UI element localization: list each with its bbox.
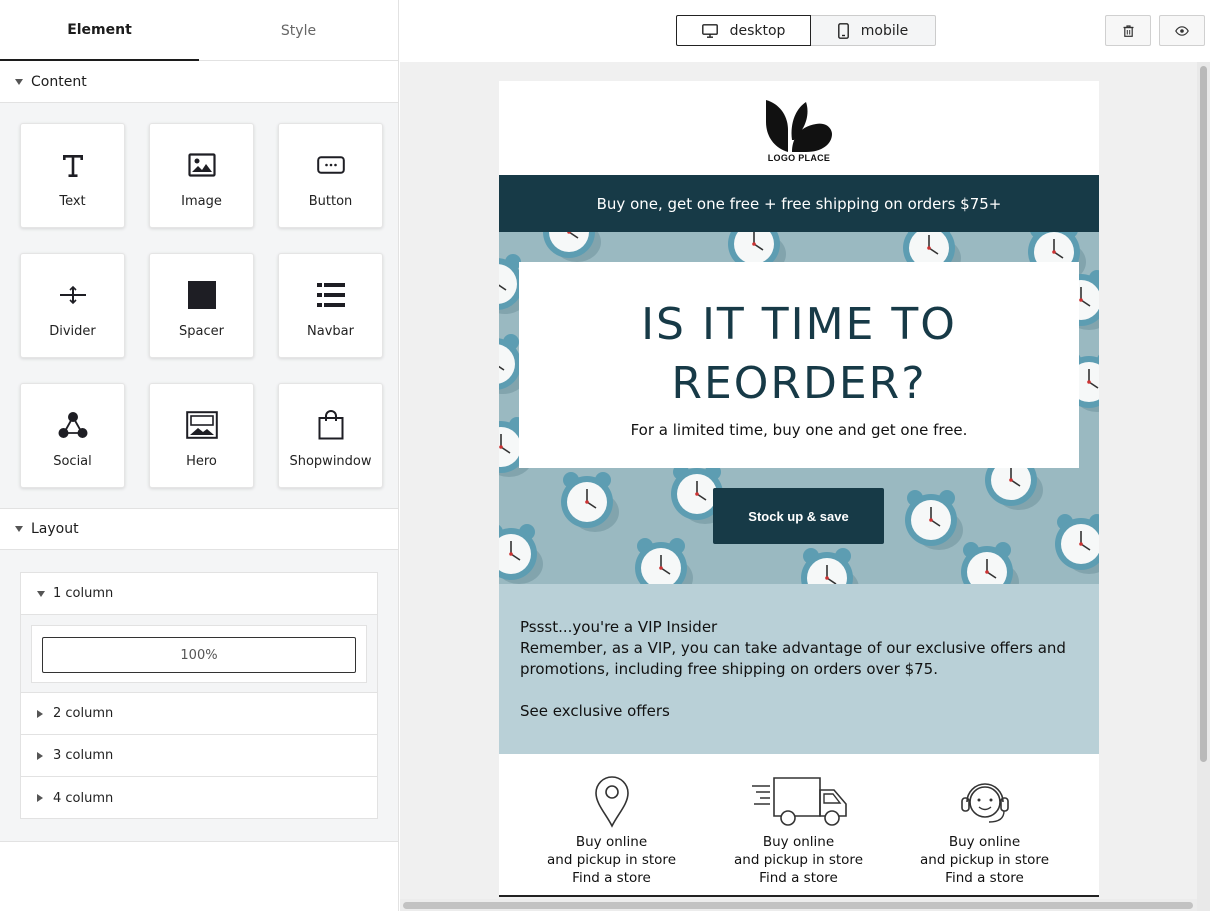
block-button[interactable]: Button bbox=[278, 123, 383, 228]
block-shopwindow[interactable]: Shopwindow bbox=[278, 383, 383, 488]
spacer-icon bbox=[187, 280, 216, 310]
eye-icon bbox=[1175, 25, 1189, 36]
mobile-view-button[interactable]: mobile bbox=[811, 15, 936, 46]
layout-3-column-label: 3 column bbox=[53, 748, 114, 763]
left-panel: Element Style Content Text Image Button bbox=[0, 0, 399, 911]
content-blocks: Text Image Button Divider Spacer Navbar … bbox=[0, 103, 398, 509]
block-divider-label: Divider bbox=[49, 324, 96, 339]
image-icon bbox=[187, 150, 216, 180]
find-store-link[interactable]: Find a store bbox=[920, 869, 1049, 887]
layout-1-column[interactable]: 1 column bbox=[21, 573, 377, 615]
caret-down-icon bbox=[15, 526, 23, 532]
block-navbar[interactable]: Navbar bbox=[278, 253, 383, 358]
feature-item: Buy online and pickup in store Find a st… bbox=[891, 774, 1078, 887]
layout-options: 1 column 100% 2 column 3 column 4 column bbox=[0, 550, 398, 842]
vip-title: Pssst...you're a VIP Insider bbox=[520, 618, 718, 636]
one-column-preview-frame: 100% bbox=[31, 625, 367, 683]
feature-text: Buy online and pickup in store Find a st… bbox=[920, 834, 1049, 887]
shopping-bag-icon bbox=[318, 410, 344, 440]
block-spacer-label: Spacer bbox=[179, 324, 224, 339]
caret-down-icon bbox=[37, 590, 45, 597]
hero-subtitle: For a limited time, buy one and get one … bbox=[630, 421, 968, 439]
block-text[interactable]: Text bbox=[20, 123, 125, 228]
feature-item: Buy online and pickup in store Find a st… bbox=[518, 774, 705, 887]
hero-icon bbox=[185, 410, 218, 440]
block-social-label: Social bbox=[53, 454, 92, 469]
stock-up-button[interactable]: Stock up & save bbox=[713, 488, 884, 544]
layout-4-column-label: 4 column bbox=[53, 790, 114, 806]
layout-2-column[interactable]: 2 column bbox=[21, 693, 377, 735]
block-hero-label: Hero bbox=[186, 454, 217, 469]
feature-text: Buy online and pickup in store Find a st… bbox=[734, 834, 863, 887]
features-section[interactable]: Buy online and pickup in store Find a st… bbox=[499, 754, 1099, 897]
vip-section[interactable]: Pssst...you're a VIP Insider Remember, a… bbox=[499, 584, 1099, 754]
column-list: 1 column 100% 2 column 3 column 4 column bbox=[20, 572, 378, 819]
tab-element[interactable]: Element bbox=[0, 0, 199, 61]
find-store-link[interactable]: Find a store bbox=[734, 869, 863, 887]
hero-text-card: IS IT TIME TO REORDER? For a limited tim… bbox=[519, 262, 1079, 468]
content-section-title: Content bbox=[31, 74, 87, 90]
desktop-icon bbox=[701, 23, 718, 38]
block-social[interactable]: Social bbox=[20, 383, 125, 488]
layout-section-header[interactable]: Layout bbox=[0, 509, 398, 550]
vertical-scroll-thumb[interactable] bbox=[1200, 66, 1207, 762]
delete-button[interactable] bbox=[1105, 15, 1151, 46]
block-button-label: Button bbox=[308, 194, 353, 209]
logo-text: LOGO PLACE bbox=[767, 153, 831, 163]
vertical-scrollbar[interactable] bbox=[1197, 62, 1210, 911]
leaf-logo-icon bbox=[766, 100, 832, 152]
feature-text: Buy online and pickup in store Find a st… bbox=[547, 834, 676, 887]
desktop-label: desktop bbox=[729, 22, 786, 39]
preview-button[interactable] bbox=[1159, 15, 1205, 46]
horizontal-scroll-thumb[interactable] bbox=[403, 902, 1193, 909]
promo-banner[interactable]: Buy one, get one free + free shipping on… bbox=[499, 175, 1099, 232]
caret-right-icon bbox=[37, 709, 43, 718]
navbar-icon bbox=[316, 280, 345, 310]
block-divider[interactable]: Divider bbox=[20, 253, 125, 358]
layout-3-column[interactable]: 3 column bbox=[21, 735, 377, 777]
content-section-header[interactable]: Content bbox=[0, 62, 398, 103]
device-toggle: desktop mobile bbox=[676, 15, 936, 46]
location-pin-icon bbox=[594, 774, 629, 828]
block-text-label: Text bbox=[59, 194, 86, 209]
layout-4-column[interactable]: 4 column bbox=[21, 777, 377, 819]
desktop-view-button[interactable]: desktop bbox=[676, 15, 811, 46]
layout-section-title: Layout bbox=[31, 521, 79, 537]
caret-right-icon bbox=[37, 794, 43, 802]
hero-section[interactable]: IS IT TIME TO REORDER? For a limited tim… bbox=[499, 232, 1099, 584]
editor-canvas: LOGO PLACE Buy one, get one free + free … bbox=[400, 62, 1210, 911]
layout-2-column-label: 2 column bbox=[53, 706, 114, 721]
block-navbar-label: Navbar bbox=[307, 324, 354, 339]
layout-1-column-label: 1 column bbox=[53, 586, 114, 601]
full-width-column[interactable]: 100% bbox=[42, 637, 356, 673]
block-shopwindow-label: Shopwindow bbox=[289, 454, 372, 469]
delivery-truck-icon bbox=[750, 774, 848, 828]
divider-icon bbox=[59, 280, 87, 310]
find-store-link[interactable]: Find a store bbox=[547, 869, 676, 887]
one-column-preview: 100% bbox=[21, 615, 377, 693]
trash-icon bbox=[1123, 24, 1133, 37]
block-hero[interactable]: Hero bbox=[149, 383, 254, 488]
hero-title: IS IT TIME TO REORDER? bbox=[641, 299, 957, 409]
customer-support-icon bbox=[959, 774, 1011, 828]
caret-right-icon bbox=[37, 751, 43, 760]
email-logo-section[interactable]: LOGO PLACE bbox=[499, 81, 1099, 175]
exclusive-offers-link[interactable]: See exclusive offers bbox=[520, 701, 1078, 722]
panel-tabs: Element Style bbox=[0, 0, 399, 61]
feature-item: Buy online and pickup in store Find a st… bbox=[705, 774, 892, 887]
button-icon bbox=[316, 150, 345, 180]
vip-body: Remember, as a VIP, you can take advanta… bbox=[520, 639, 1066, 678]
tab-style[interactable]: Style bbox=[199, 0, 398, 61]
text-icon bbox=[61, 150, 85, 180]
mobile-label: mobile bbox=[860, 22, 909, 39]
caret-down-icon bbox=[15, 79, 23, 85]
block-image[interactable]: Image bbox=[149, 123, 254, 228]
mobile-phone-icon bbox=[837, 22, 849, 39]
horizontal-scrollbar[interactable] bbox=[400, 899, 1197, 911]
block-image-label: Image bbox=[181, 194, 222, 209]
social-icon bbox=[58, 410, 88, 440]
block-spacer[interactable]: Spacer bbox=[149, 253, 254, 358]
email-preview: LOGO PLACE Buy one, get one free + free … bbox=[499, 81, 1099, 897]
